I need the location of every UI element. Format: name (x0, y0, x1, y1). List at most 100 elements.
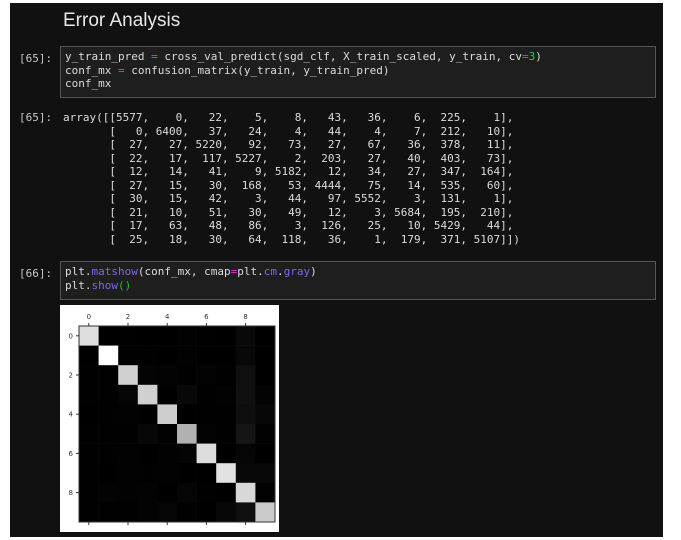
code-token: y_train_pred (65, 50, 152, 63)
code-token: = (117, 63, 125, 77)
matrix-cell (79, 345, 99, 366)
code-token: show (91, 278, 119, 292)
matrix-cell (177, 326, 197, 346)
matrix-cell (177, 482, 197, 503)
matrix-cell (98, 443, 119, 464)
matrix-cell (98, 365, 119, 386)
code-line: plt.show() (65, 279, 651, 293)
matrix-cell (137, 502, 158, 523)
matrix-cell (216, 345, 237, 366)
cell-prompt-66: [66]: (19, 267, 53, 280)
matrix-cell (255, 326, 276, 346)
matrix-cell (157, 326, 178, 346)
output-prompt-65: [65]: (19, 111, 53, 124)
matrix-cell (177, 463, 197, 484)
matrix-cell (118, 326, 139, 346)
matrix-cell (235, 443, 256, 464)
matrix-cell (235, 424, 256, 444)
code-token: = (521, 50, 529, 63)
matrix-cell (177, 365, 197, 386)
code-token: plt. (65, 278, 92, 292)
y-tick-label: 4 (69, 411, 74, 419)
y-tick-label: 2 (69, 372, 73, 380)
array-row: [ 25, 18, 30, 64, 118, 36, 1, 179, 371, … (63, 232, 520, 246)
matrix-cell (137, 326, 158, 346)
matrix-cell (255, 365, 276, 386)
array-row: [ 27, 27, 5220, 92, 73, 27, 67, 36, 378,… (63, 138, 514, 151)
matrix-cell (255, 443, 276, 464)
code-token: gray (283, 265, 311, 278)
matrix-cell (98, 404, 119, 425)
matrix-cell (137, 404, 158, 425)
matrix-cell (196, 365, 217, 386)
matrix-cell (216, 326, 237, 346)
matrix-cell (216, 502, 237, 523)
array-row: [ 30, 15, 42, 3, 44, 97, 5552, 3, 131, 1… (63, 192, 514, 205)
matrix-cell (216, 443, 237, 464)
matrix-cell (137, 424, 158, 444)
matrix-cell (157, 463, 178, 484)
x-tick-label: 6 (204, 313, 209, 321)
matrix-cell (79, 404, 99, 425)
array-row: [ 22, 17, 117, 5227, 2, 203, 27, 40, 403… (63, 151, 514, 165)
confusion-matrix-plot: 0 0 2 2 4 4 6 6 8 8 (60, 305, 279, 532)
matrix-cell (255, 404, 276, 425)
matrix-cell (118, 384, 139, 405)
matrix-cell (196, 404, 217, 425)
code-token: cross_val_predict(sgd_clf, X_train_scale… (157, 50, 522, 63)
code-token: conf_mx (65, 63, 118, 77)
matrix-cell (255, 502, 276, 523)
y-tick-label: 0 (69, 332, 73, 340)
matrix-cell (216, 365, 237, 386)
matrix-cell (98, 502, 119, 523)
code-line: y_train_pred = cross_val_predict(sgd_clf… (65, 50, 651, 64)
cell-prompt-65: [65]: (19, 52, 53, 65)
array-row: [ 0, 6400, 37, 24, 4, 44, 4, 7, 212, 10]… (63, 124, 514, 138)
matrix-cell (98, 345, 119, 366)
matrix-cell (118, 502, 139, 523)
matrix-cell (98, 482, 119, 503)
matrix-cell (137, 463, 158, 484)
matrix-cell (98, 424, 119, 444)
matrix-cell (157, 365, 178, 386)
matrix-cell (216, 463, 237, 484)
code-token: . (276, 265, 284, 278)
matrix-cell (118, 365, 139, 386)
matrix-cell (216, 384, 237, 405)
code-token: ) (310, 265, 317, 278)
matrix-cell (255, 463, 276, 484)
matrix-cell (137, 365, 158, 386)
matrix-cell (235, 345, 256, 366)
matrix-cell (79, 502, 99, 523)
matrix-cell (137, 443, 158, 464)
matrix-cell (177, 502, 197, 523)
matrix-cell (79, 424, 99, 444)
y-tick-label: 6 (69, 450, 74, 458)
matrix-cell (235, 482, 256, 503)
code-cell-66[interactable]: plt.matshow(conf_mx, cmap=plt.cm.gray) pl… (60, 261, 656, 300)
array-row: [ 21, 10, 51, 30, 49, 12, 3, 5684, 195, … (63, 205, 514, 219)
matrix-cell (177, 424, 197, 444)
code-cell-65[interactable]: y_train_pred = cross_val_predict(sgd_clf… (60, 46, 656, 98)
matrix-cell (79, 384, 99, 405)
matrix-cell (137, 482, 158, 503)
matrix-cell (118, 424, 139, 444)
matrix-cell (177, 384, 197, 405)
matrix-cell (79, 365, 99, 386)
matrix-cell (79, 463, 99, 484)
matrix-cell (157, 404, 178, 425)
matrix-cell (196, 502, 217, 523)
matrix-cell (79, 482, 99, 503)
code-line: conf_mx (65, 77, 651, 91)
matrix-cell (196, 384, 217, 405)
section-heading: Error Analysis (63, 10, 181, 31)
matrix-cell (196, 345, 217, 366)
matrix-cell (235, 463, 256, 484)
matrix-cell (137, 384, 158, 405)
matrix-cell (157, 384, 178, 405)
code-token: matshow (91, 265, 138, 278)
code-line: conf_mx = confusion_matrix(y_train, y_tr… (65, 64, 651, 78)
matrix-cell (216, 404, 237, 425)
matrix-cell (196, 424, 217, 444)
array-row: [ 12, 14, 41, 9, 5182, 12, 34, 27, 347, … (63, 165, 514, 178)
